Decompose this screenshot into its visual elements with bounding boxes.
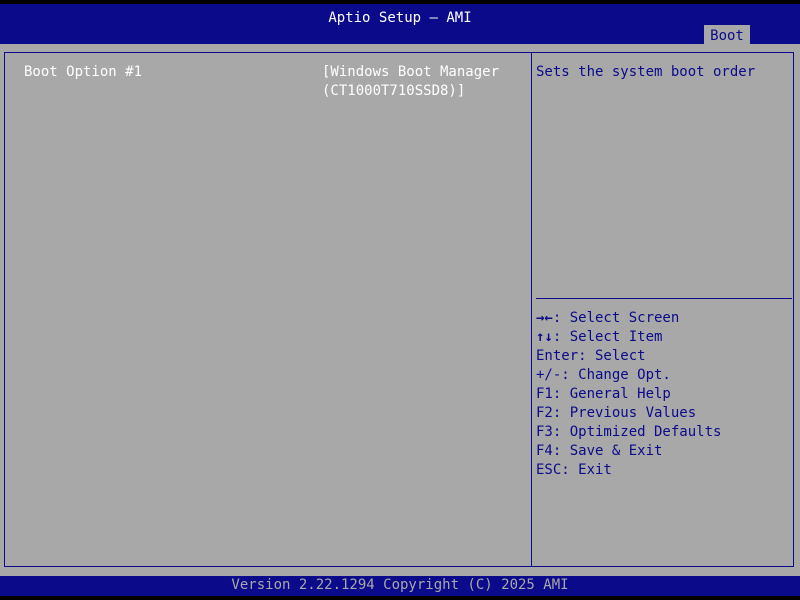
boot-option-1-value-line2: (CT1000T710SSD8)] [322, 83, 466, 99]
key-legend: →←: Select Screen ↑↓: Select Item Enter:… [536, 309, 721, 480]
key-hint-select-item: ↑↓: Select Item [536, 328, 721, 347]
footer-version: Version 2.22.1294 Copyright (C) 2025 AMI [0, 576, 800, 596]
tab-boot[interactable]: Boot [704, 25, 750, 46]
title-bar: Aptio Setup – AMI Boot [0, 0, 800, 46]
key-hint-enter: Enter: Select [536, 348, 646, 364]
key-hint-general-help: F1: General Help [536, 386, 671, 402]
app-title: Aptio Setup – AMI [328, 10, 472, 26]
key-hint-select-screen: →←: Select Screen [536, 309, 721, 328]
boot-option-1-value[interactable]: [Windows Boot Manager (CT1000T710SSD8)] [322, 63, 499, 101]
boot-option-1-label[interactable]: Boot Option #1 [24, 63, 142, 82]
key-hint-esc-exit: ESC: Exit [536, 462, 612, 478]
key-hint-save-exit: F4: Save & Exit [536, 443, 663, 459]
help-description: Sets the system boot order [536, 64, 756, 80]
help-separator [536, 298, 792, 299]
left-right-arrows-icon: →← [536, 310, 553, 326]
key-hint-optimized-defaults: F3: Optimized Defaults [536, 424, 722, 440]
bottom-edge [0, 596, 800, 600]
up-down-arrows-icon: ↑↓ [536, 329, 553, 345]
boot-option-1-value-line1: [Windows Boot Manager [322, 64, 500, 80]
key-hint-previous-values: F2: Previous Values [536, 405, 697, 421]
setup-main-panel: Boot Option #1 [Windows Boot Manager (CT… [0, 44, 800, 576]
panel-divider [531, 52, 532, 567]
key-hint-text: : Select Item [552, 329, 663, 345]
key-hint-change-opt: +/-: Change Opt. [536, 367, 671, 383]
key-hint-text: : Select Screen [552, 310, 680, 326]
